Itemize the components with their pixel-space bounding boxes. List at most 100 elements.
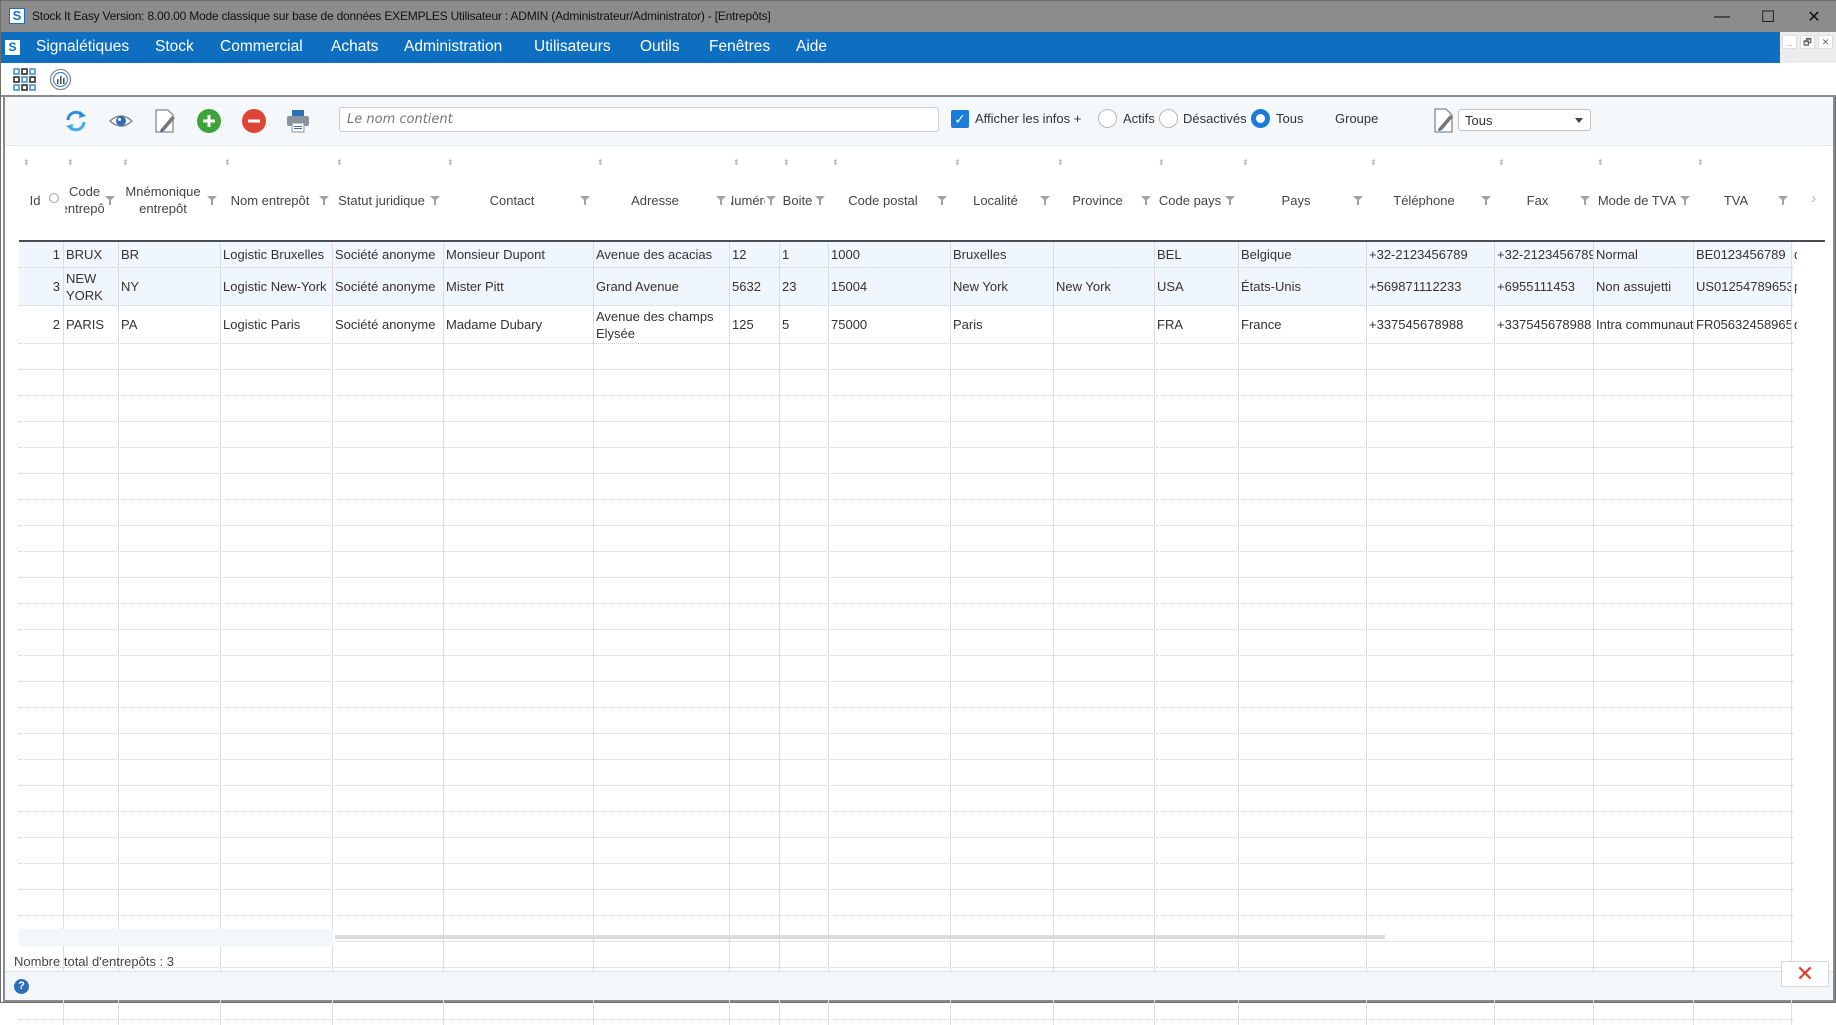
- menu-stock[interactable]: Stock: [155, 38, 194, 56]
- edit-icon[interactable]: [152, 108, 178, 134]
- column-divider[interactable]: [118, 242, 119, 1025]
- filter-icon[interactable]: [1481, 196, 1491, 206]
- column-header-code-postal[interactable]: Code postal: [830, 175, 936, 225]
- view-icon[interactable]: [108, 108, 134, 134]
- column-header-telephone[interactable]: Téléphone: [1368, 175, 1480, 225]
- filter-radio-tous[interactable]: [1251, 109, 1270, 128]
- filter-icon[interactable]: [766, 196, 776, 206]
- filter-icon[interactable]: [1778, 196, 1788, 206]
- column-header-localite[interactable]: Localité: [952, 175, 1039, 225]
- filter-icon[interactable]: [319, 196, 329, 206]
- sort-icon[interactable]: ⬍: [832, 158, 839, 167]
- table-row[interactable]: 3 NEW YORK NY Logistic New-York Société anon…: [19, 268, 1797, 306]
- column-header-pays[interactable]: Pays: [1240, 175, 1352, 225]
- filter-icon[interactable]: [1040, 196, 1050, 206]
- maximize-button[interactable]: ☐: [1745, 1, 1791, 32]
- menu-utilisateurs[interactable]: Utilisateurs: [534, 38, 611, 56]
- sort-icon[interactable]: ⬍: [447, 158, 454, 167]
- sort-icon[interactable]: ⬍: [1057, 158, 1064, 167]
- sort-icon[interactable]: ⬍: [1242, 158, 1249, 167]
- horizontal-scrollbar[interactable]: [335, 935, 1385, 939]
- column-divider[interactable]: [828, 242, 829, 1025]
- sort-icon[interactable]: ⬍: [597, 158, 604, 167]
- sort-icon[interactable]: ⬍: [23, 158, 30, 167]
- sort-icon[interactable]: ⬍: [336, 158, 343, 167]
- close-window-button[interactable]: ✕: [1791, 1, 1836, 32]
- filter-radio-actifs[interactable]: [1098, 109, 1117, 128]
- sort-icon[interactable]: ⬍: [67, 158, 74, 167]
- sort-icon[interactable]: ⬍: [733, 158, 740, 167]
- menu-commercial[interactable]: Commercial: [220, 38, 303, 56]
- remove-icon[interactable]: [241, 108, 267, 134]
- column-divider[interactable]: [1053, 242, 1054, 1025]
- app-menu-icon[interactable]: S: [5, 40, 20, 55]
- column-divider[interactable]: [443, 242, 444, 1025]
- filter-icon[interactable]: [1353, 196, 1363, 206]
- column-header-adresse[interactable]: Adresse: [595, 175, 715, 225]
- column-divider[interactable]: [63, 242, 64, 1025]
- group-select[interactable]: Tous: [1458, 109, 1591, 131]
- column-header-code-pays[interactable]: Code pays: [1156, 175, 1224, 225]
- dashboard-icon[interactable]: [49, 68, 72, 91]
- column-header-mnemonique-entrepot[interactable]: Mnémonique entrepôt: [120, 175, 206, 225]
- mdi-restore-button[interactable]: 🗗: [1800, 35, 1815, 49]
- sort-icon[interactable]: ⬍: [783, 158, 790, 167]
- column-header-statut-juridique[interactable]: Statut juridique: [334, 175, 429, 225]
- column-divider[interactable]: [593, 242, 594, 1025]
- menu-aide[interactable]: Aide: [796, 38, 827, 56]
- sort-icon[interactable]: ⬍: [1697, 158, 1704, 167]
- close-panel-button[interactable]: ✕: [1781, 961, 1829, 987]
- filter-icon[interactable]: [430, 196, 440, 206]
- table-row[interactable]: 2 PARIS PA Logistic Paris Société anonyme Mad…: [19, 306, 1797, 344]
- column-header-numero[interactable]: Numéro: [731, 175, 765, 225]
- sort-icon[interactable]: ⬍: [122, 158, 129, 167]
- column-divider[interactable]: [1238, 242, 1239, 1025]
- sort-icon[interactable]: ⬍: [1498, 158, 1505, 167]
- filter-icon[interactable]: [1680, 196, 1690, 206]
- print-icon[interactable]: [285, 108, 311, 134]
- menu-administration[interactable]: Administration: [404, 38, 502, 56]
- column-header-nom-entrepot[interactable]: Nom entrepôt: [222, 175, 318, 225]
- column-header-contact[interactable]: Contact: [445, 175, 579, 225]
- column-header-id[interactable]: Id: [21, 175, 49, 225]
- sort-icon[interactable]: ⬍: [1597, 158, 1604, 167]
- grid-menu-icon[interactable]: [13, 68, 36, 91]
- show-more-checkbox[interactable]: ✓: [951, 110, 969, 128]
- help-icon[interactable]: ?: [14, 979, 29, 994]
- column-header-mode-de-tva[interactable]: Mode de TVA: [1595, 175, 1679, 225]
- menu-signaletiques[interactable]: Signalétiques: [36, 38, 129, 56]
- column-divider[interactable]: [220, 242, 221, 1025]
- column-divider[interactable]: [950, 242, 951, 1025]
- refresh-icon[interactable]: [63, 108, 89, 134]
- sort-icon[interactable]: ⬍: [1370, 158, 1377, 167]
- filter-icon[interactable]: [815, 196, 825, 206]
- column-header-code-entrepot[interactable]: Code entrepôt: [65, 175, 104, 225]
- sort-icon[interactable]: ⬍: [224, 158, 231, 167]
- mdi-close-button[interactable]: ✕: [1818, 35, 1833, 49]
- filter-icon[interactable]: [580, 196, 590, 206]
- column-divider[interactable]: [1693, 242, 1694, 1025]
- column-divider[interactable]: [729, 242, 730, 1025]
- column-divider[interactable]: [332, 242, 333, 1025]
- column-divider[interactable]: [779, 242, 780, 1025]
- column-header-tva[interactable]: TVA: [1695, 175, 1777, 225]
- edit-group-icon[interactable]: [1433, 108, 1455, 133]
- filter-icon[interactable]: [1580, 196, 1590, 206]
- column-divider[interactable]: [1494, 242, 1495, 1025]
- filter-radio-desactives[interactable]: [1159, 109, 1178, 128]
- filter-icon[interactable]: [937, 196, 947, 206]
- column-header-fax[interactable]: Fax: [1496, 175, 1579, 225]
- name-search-input[interactable]: [339, 107, 939, 132]
- column-divider[interactable]: [1791, 242, 1792, 1025]
- scroll-right-icon[interactable]: ›: [1811, 190, 1816, 208]
- filter-icon[interactable]: [105, 196, 115, 206]
- menu-achats[interactable]: Achats: [331, 38, 378, 56]
- filter-icon[interactable]: [207, 196, 217, 206]
- sort-icon[interactable]: ⬍: [954, 158, 961, 167]
- column-divider[interactable]: [1154, 242, 1155, 1025]
- mdi-minimize-button[interactable]: _: [1782, 35, 1797, 49]
- add-icon[interactable]: [196, 108, 222, 134]
- search-icon[interactable]: [49, 193, 59, 203]
- column-header-boite[interactable]: Boite: [781, 175, 814, 225]
- column-divider[interactable]: [1366, 242, 1367, 1025]
